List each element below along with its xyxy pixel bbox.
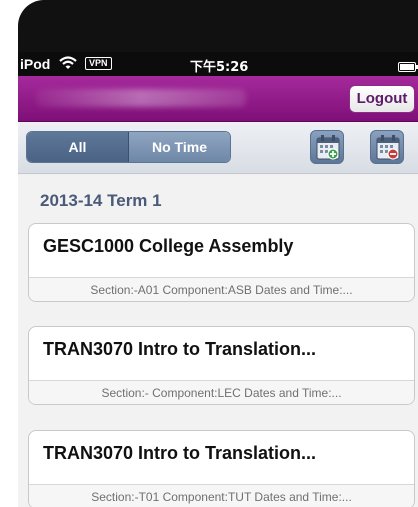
course-detail: Section:-A01 Component:ASB Dates and Tim… [29,277,414,301]
navigation-bar: Logout [18,76,418,122]
device-frame: iPod VPN 下午5:26 Logout All No Time 2013-… [18,0,418,507]
filter-toolbar: All No Time [18,122,418,174]
blurred-user-name [36,89,246,107]
carrier-label: iPod [20,56,51,72]
filter-no-time-segment[interactable]: No Time [129,132,230,162]
calendar-remove-icon [376,135,400,160]
course-detail: Section:-T01 Component:TUT Dates and Tim… [29,484,414,507]
course-title: TRAN3070 Intro to Translation... [43,443,317,463]
logout-button[interactable]: Logout [349,85,415,113]
course-title: GESC1000 College Assembly [43,236,294,256]
course-list: 2013-14 Term 1 GESC1000 College Assembly… [18,175,418,507]
course-card[interactable]: GESC1000 College Assembly Section:-A01 C… [28,223,415,302]
filter-segmented-control: All No Time [26,131,231,163]
add-to-calendar-button[interactable] [310,130,344,164]
status-time: 下午5:26 [190,60,249,75]
filter-all-segment[interactable]: All [27,132,129,162]
course-title: TRAN3070 Intro to Translation... [43,339,317,359]
course-detail: Section:- Component:LEC Dates and Time:.… [29,380,414,404]
battery-icon [398,59,418,72]
remove-from-calendar-button[interactable] [370,130,404,164]
vpn-badge: VPN [85,57,112,70]
term-header: 2013-14 Term 1 [40,191,162,210]
calendar-add-icon [316,135,340,160]
course-card[interactable]: TRAN3070 Intro to Translation... Section… [28,326,415,405]
wifi-icon [58,55,78,71]
course-card[interactable]: TRAN3070 Intro to Translation... Section… [28,430,415,507]
status-bar: iPod VPN 下午5:26 [18,52,418,76]
